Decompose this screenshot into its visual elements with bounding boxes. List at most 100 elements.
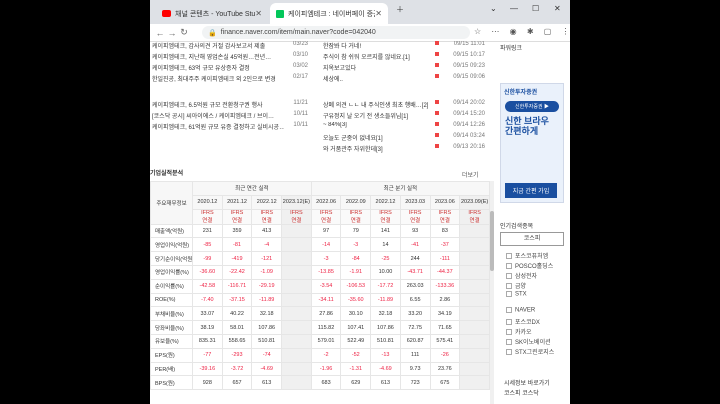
discussion-item[interactable]: 한잠봐 다 거네! 09/15 11:01	[323, 41, 490, 51]
table-cell: 83	[429, 223, 461, 239]
checkbox-icon[interactable]	[506, 307, 512, 313]
period-header: 2022.06	[310, 194, 342, 210]
minimize-icon[interactable]: —	[510, 4, 518, 13]
stock-item[interactable]: 포스코퓨처엠	[506, 251, 548, 260]
stock-name[interactable]: 포스코DX	[515, 320, 540, 326]
stock-item[interactable]: 포스코DX	[506, 317, 540, 326]
stock-name[interactable]: SK이노베이션	[515, 340, 551, 346]
news-item[interactable]: 케이피엠테크, 61억원 규모 유증 결정하고 실비시공… 10/11	[152, 122, 322, 132]
reload-icon[interactable]: ↻	[178, 27, 190, 38]
table-cell	[459, 347, 490, 363]
news-item[interactable]: [코스닥 공시] 씨아이에스 / 케이피엠테크 / 브이… 10/11	[152, 111, 322, 121]
stock-item[interactable]: 카카오	[506, 327, 532, 336]
checkbox-icon[interactable]	[506, 283, 512, 290]
scroll-thumb[interactable]	[490, 211, 494, 271]
forward-icon[interactable]: →	[166, 28, 178, 38]
stock-name[interactable]: STX	[515, 292, 527, 298]
stock-item[interactable]: STX그린로지스	[506, 347, 554, 356]
stock-name[interactable]: NAVER	[515, 308, 535, 314]
stock-item[interactable]: SK이노베이션	[506, 337, 551, 346]
discussion-title[interactable]: 지옥보고있다	[323, 63, 433, 72]
close-window-icon[interactable]: ✕	[554, 4, 561, 13]
stock-item[interactable]: NAVER	[506, 307, 535, 314]
news-title[interactable]: 케이피엠테크, 지난해 영업손실 45억원…전년…	[152, 52, 284, 61]
table-cell: 683	[310, 375, 342, 391]
discussion-item[interactable]: ~ 84%[3] 09/14 12:26	[323, 122, 490, 132]
discussion-title[interactable]: 와 거품관주 자위한데[3]	[323, 144, 433, 153]
discussion-title[interactable]: 세상에..	[323, 74, 433, 83]
checkbox-icon[interactable]	[506, 319, 512, 326]
ifrs-header: IFRS 연결	[310, 208, 342, 225]
ad-banner[interactable]: 신한투자증권 신한투자증권 ▶ 신한 브라우 간편하게 지금 간편 가입	[500, 83, 564, 203]
discussion-title[interactable]: 한잠봐 다 거네!	[323, 41, 433, 50]
discussion-item[interactable]: 주식이 참 쉬워 오르지를 않네요.[1] 09/15 10:17	[323, 52, 490, 62]
discussion-title[interactable]: 상폐 의견 ㄴㄴ 내 주식인생 최초 행배…[2]	[323, 100, 433, 109]
table-row: 영업이익률(%) -36.60 -22.42 -1.09 -13.85 -1.91 10.0…	[150, 264, 490, 280]
news-item[interactable]: 한일진공, 최대주주 케이피엠테크 외 2인으로 변경 02/17	[152, 74, 322, 84]
news-title[interactable]: 케이피엠테크, 감사의견 거절 감사보고서 제출	[152, 41, 284, 50]
table-cell: 33.07	[192, 306, 223, 322]
checkbox-icon[interactable]	[506, 273, 512, 280]
discussion-item[interactable]: 와 거품관주 자위한데[3] 09/13 20:16	[323, 144, 490, 154]
stock-item[interactable]: 금양	[506, 281, 526, 290]
checkbox-icon[interactable]	[506, 339, 512, 346]
stock-item[interactable]: 삼성전자	[506, 271, 537, 280]
table-row: PER(배) -39.16 -3.72 -4.69 -1.96 -1.31 -4.69 9.7…	[150, 361, 490, 377]
stock-item[interactable]: POSCO홀딩스	[506, 261, 553, 270]
checkbox-icon[interactable]	[506, 253, 512, 260]
discussion-title[interactable]: 오늘도 군중이 없네요[1]	[323, 133, 433, 142]
tab-kospi[interactable]: 코스피	[500, 232, 564, 246]
checkbox-icon[interactable]	[506, 291, 512, 297]
quote-shortcut-links[interactable]: 코스피 코스닥	[504, 388, 539, 397]
checkbox-icon[interactable]	[506, 349, 512, 356]
news-title[interactable]: 케이피엠테크, 6.5억원 규모 전환청구권 행사	[152, 100, 284, 109]
news-item[interactable]: 케이피엠테크, 감사의견 거절 감사보고서 제출 03/23	[152, 41, 322, 51]
stock-name[interactable]: 삼성전자	[515, 274, 537, 280]
stock-name[interactable]: 포스코퓨처엠	[515, 254, 548, 260]
address-bar[interactable]: 🔒 finance.naver.com/item/main.naver?code…	[202, 26, 470, 39]
extension-icons[interactable]: ☆ ⋯ ◉ ✱ ▢ ⋮	[474, 27, 570, 36]
close-icon[interactable]: ✕	[375, 9, 382, 18]
news-item[interactable]: 케이피엠테크, 지난해 영업손실 45억원…전년… 03/10	[152, 52, 322, 62]
news-title[interactable]: 케이피엠테크, 63억 규모 유상증자 결정	[152, 63, 284, 72]
news-title[interactable]: 한일진공, 최대주주 케이피엠테크 외 2인으로 변경	[152, 74, 284, 83]
ifrs-header: IFRS 연결	[370, 208, 401, 225]
more-link[interactable]: 더보기	[462, 170, 479, 179]
table-cell	[281, 251, 312, 266]
news-title[interactable]: [코스닥 공시] 씨아이에스 / 케이피엠테크 / 브이…	[152, 111, 284, 120]
discussion-title[interactable]: ~ 84%[3]	[323, 122, 433, 128]
ad-signup-button[interactable]: 지금 간편 가입	[505, 183, 557, 198]
discussion-item[interactable]: 지옥보고있다 09/15 09:23	[323, 63, 490, 73]
tab-naver-finance[interactable]: 케이피엠테크 : 네이버페이 증권 ✕	[270, 3, 388, 24]
news-title[interactable]: 케이피엠테크, 61억원 규모 유증 결정하고 실비시공…	[152, 122, 284, 131]
new-tab-icon[interactable]: ＋	[396, 4, 404, 15]
maximize-icon[interactable]: ☐	[532, 4, 539, 13]
checkbox-icon[interactable]	[506, 329, 512, 336]
stock-name[interactable]: POSCO홀딩스	[515, 264, 553, 270]
stock-name[interactable]: 금양	[515, 284, 526, 290]
discussion-item[interactable]: 오늘도 군중이 없네요[1] 09/14 03:24	[323, 133, 490, 143]
period-header: 2023.06	[429, 194, 461, 210]
discussion-title[interactable]: 구유정지 날 오기 전 생소들위님[1]	[323, 111, 433, 120]
stock-item[interactable]: STX	[506, 291, 527, 298]
close-icon[interactable]: ✕	[255, 9, 262, 18]
stock-name[interactable]: 카카오	[515, 330, 532, 336]
scrollbar[interactable]	[490, 181, 494, 404]
ifrs-label: IFRS	[408, 209, 422, 216]
discussion-title[interactable]: 주식이 참 쉬워 오르지를 않네요.[1]	[323, 52, 433, 61]
discussion-item[interactable]: 세상에.. 09/15 09:06	[323, 74, 490, 84]
back-icon[interactable]: ←	[154, 28, 166, 38]
row-label: 순이익률(%)	[150, 278, 193, 294]
news-item[interactable]: 케이피엠테크, 63억 규모 유상증자 결정 03/02	[152, 63, 322, 73]
news-date: 10/11	[293, 122, 308, 128]
stock-name[interactable]: STX그린로지스	[515, 350, 554, 356]
table-cell: -36.60	[192, 264, 223, 280]
checkbox-icon[interactable]	[506, 263, 512, 270]
tab-youtube-studio[interactable]: 채널 콘텐츠 - YouTube Studio ✕	[156, 3, 268, 24]
table-cell: -42.58	[192, 278, 223, 294]
row-label: 영업이익률(%)	[150, 264, 193, 280]
discussion-item[interactable]: 상폐 의견 ㄴㄴ 내 주식인생 최초 행배…[2] 09/14 20:02	[323, 100, 490, 110]
discussion-item[interactable]: 구유정지 날 오기 전 생소들위님[1] 09/14 15:20	[323, 111, 490, 121]
tab-search-icon[interactable]: ⌄	[490, 4, 497, 13]
news-item[interactable]: 케이피엠테크, 6.5억원 규모 전환청구권 행사 11/21	[152, 100, 322, 110]
